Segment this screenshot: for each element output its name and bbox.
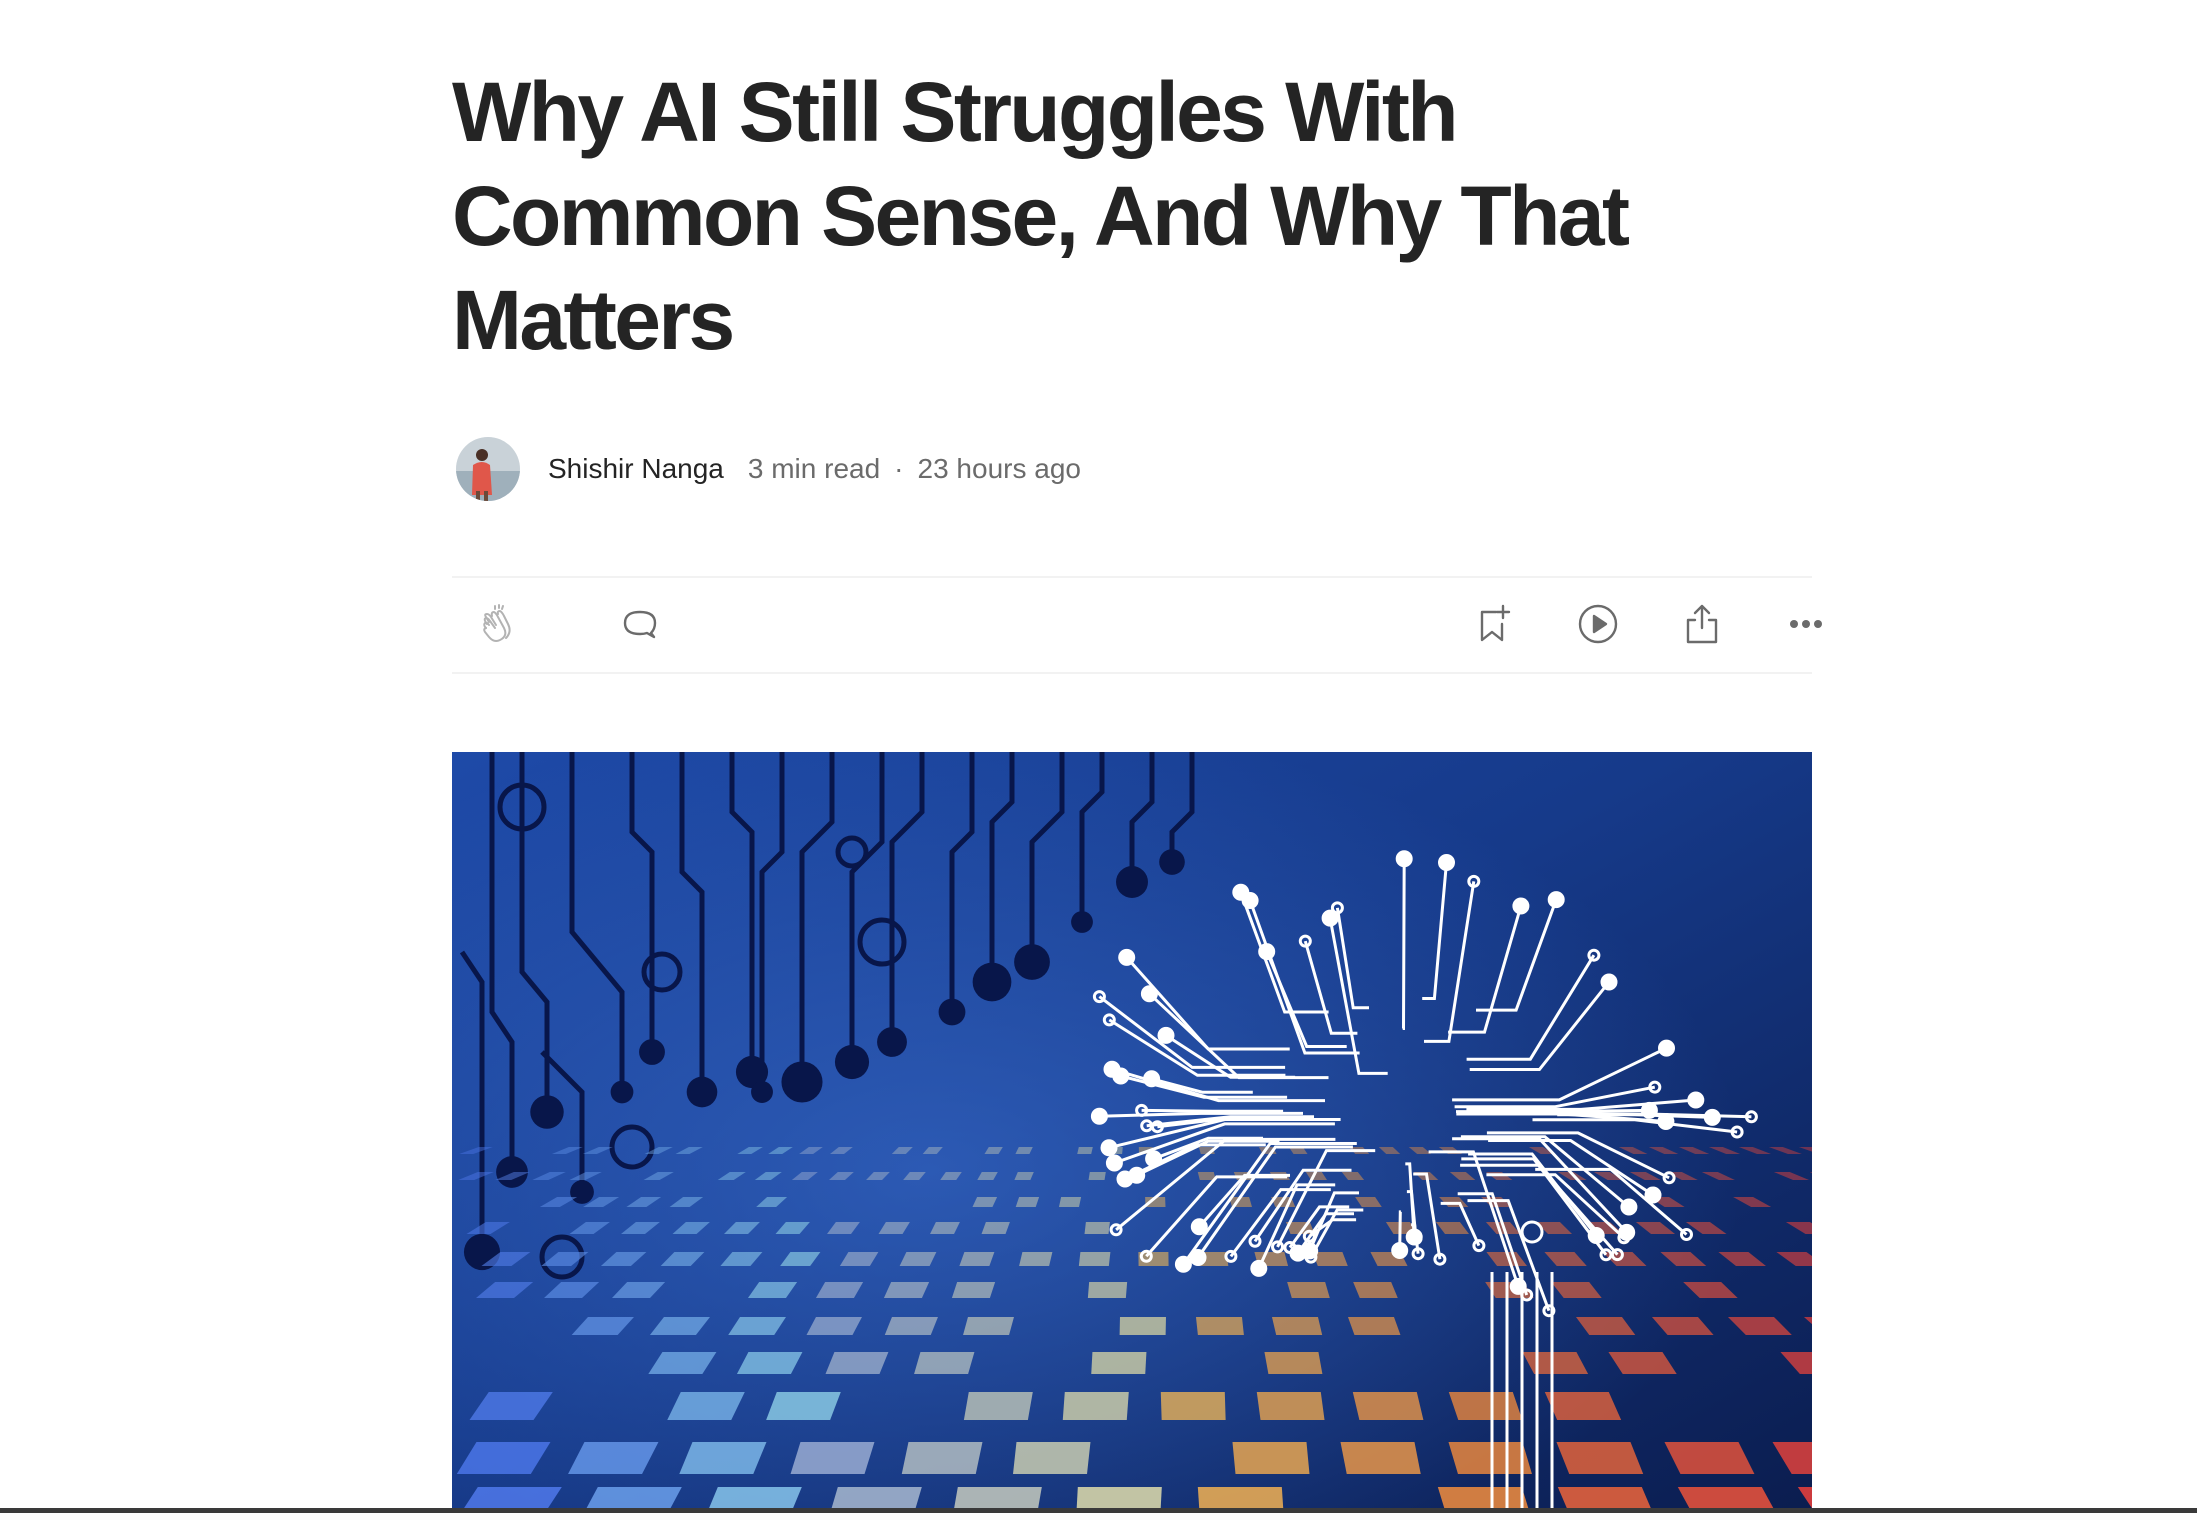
article-meta: 3 min read · 23 hours ago: [748, 453, 1081, 485]
share-button[interactable]: [1674, 596, 1730, 652]
clap-button[interactable]: [470, 596, 526, 652]
bookmark-button[interactable]: [1466, 596, 1522, 652]
byline: Shishir Nanga 3 min read · 23 hours ago: [456, 436, 1081, 502]
speech-bubble-icon: [623, 610, 657, 639]
article-title: Why AI Still Struggles With Common Sense…: [452, 65, 1630, 367]
play-circle-icon: [1578, 604, 1618, 644]
publish-time: 23 hours ago: [917, 453, 1081, 484]
article-action-bar: [452, 576, 1822, 674]
response-button[interactable]: [612, 596, 668, 652]
ai-brain-circuit-illustration: [452, 752, 1812, 1513]
bookmark-add-icon: [1480, 604, 1511, 642]
more-button[interactable]: [1778, 596, 1834, 652]
window-bottom-edge: [0, 1508, 2197, 1513]
clap-icon: [483, 604, 511, 642]
author-avatar[interactable]: [456, 437, 520, 501]
read-time: 3 min read: [747, 453, 881, 484]
listen-button[interactable]: [1570, 596, 1626, 652]
hero-image: [452, 752, 1812, 1513]
share-icon: [1686, 604, 1718, 644]
author-name[interactable]: Shishir Nanga: [548, 453, 724, 485]
more-dots-icon: [1790, 620, 1822, 628]
meta-separator: ·: [894, 453, 904, 484]
